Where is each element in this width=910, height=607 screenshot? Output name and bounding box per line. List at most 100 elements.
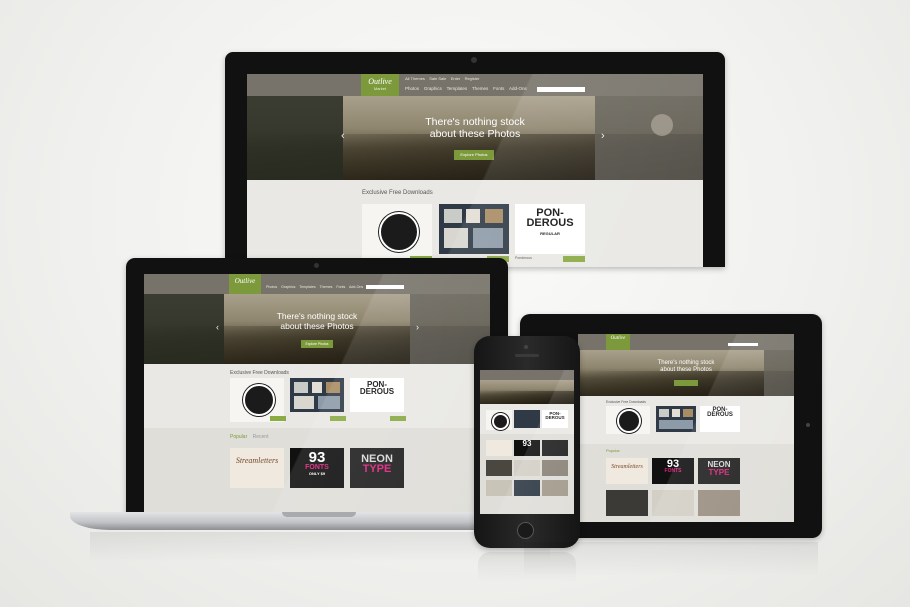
top-link[interactable]: Enter [451,76,461,81]
nav-item-themes[interactable]: Themes [319,285,332,289]
product-card-ponderous[interactable]: PON- DEROUS REGULAR [515,204,585,254]
nav-item-fonts[interactable]: Fonts [336,285,345,289]
camera-icon [806,423,810,427]
desktop-screen: Outlive Market All Themes Sale Sale Ente… [247,74,703,267]
hero-headline: There's nothing stock about these Photos [578,360,794,374]
stamp-badge [617,409,641,433]
hero-line-2: about these Photos [429,128,521,141]
explore-photos-button[interactable]: Explore Photos [454,150,494,160]
nav-item-templates[interactable]: Templates [299,285,315,289]
hero-headline: There's nothing stock about these Photos [144,311,490,332]
product-thumb[interactable] [486,440,512,456]
popular-title: Popular [606,448,620,453]
nav-item-photos[interactable]: Photos [266,285,277,289]
hero-line-2: about these Photos [280,320,354,331]
product-card[interactable] [656,406,696,432]
product-card-ponderous[interactable]: PON- DEROUS [350,378,404,412]
explore-photos-button[interactable]: Explore Photos [301,340,333,348]
nav-item-addons[interactable]: Add-Ons [349,285,363,289]
camera-icon [314,263,319,268]
product-thumb[interactable] [606,490,648,516]
arrow-left-icon[interactable]: ‹ [216,322,219,332]
site-logo[interactable]: Outlive Market [361,74,399,98]
nav-item-graphics[interactable]: Graphics [424,86,442,91]
neon-line-2: TYPE [708,467,730,477]
arrow-left-icon[interactable]: ‹ [341,130,345,142]
product-thumb[interactable] [542,460,568,476]
download-button[interactable] [563,256,585,262]
fonts-number: 93 [522,440,532,448]
product-thumb-script[interactable]: Streamletters [606,458,648,484]
nav-item-templates[interactable]: Templates [447,86,468,91]
ponderous-line-2: DEROUS [545,415,565,421]
tablet-screen: Outlive There's nothing stock about thes… [578,334,794,522]
product-thumb[interactable] [698,490,740,516]
product-thumb[interactable] [542,440,568,456]
explore-photos-button[interactable] [674,380,698,386]
nav-item-photos[interactable]: Photos [405,86,419,91]
product-thumb-93-fonts[interactable]: 93 [514,440,540,456]
popular-tab[interactable]: Popular Recent [230,434,268,440]
site-logo[interactable]: Outlive [606,334,630,350]
product-card[interactable] [290,378,344,412]
product-card[interactable] [514,410,540,428]
product-thumb-neon-type[interactable]: NEON TYPE [350,448,404,488]
download-button[interactable] [270,416,286,421]
hero-headline: There's nothing stock about these Photos [247,116,703,140]
smartphone: PON- DEROUS 93 [474,336,580,548]
product-card-ponderous[interactable]: PON- DEROUS [700,406,740,432]
site-header: Outlive [578,334,794,350]
section-title: Exclusive Free Downloads [362,190,433,196]
top-link[interactable]: All Themes [405,76,425,81]
hero-line-2: about these Photos [660,366,712,373]
popular-title: Popular [230,434,248,440]
site-logo[interactable]: Outlive [229,274,261,294]
hero-banner: There's nothing stock about these Photos… [144,294,490,364]
stamp-badge [492,413,509,430]
laptop-screen: Outlive Photos Graphics Templates Themes… [144,274,490,514]
product-name: Ponderous [515,256,532,260]
section-title: Exclusive Free Downloads [606,400,646,404]
arrow-right-icon[interactable]: › [416,322,419,332]
home-button-icon[interactable] [517,522,534,539]
product-card[interactable] [362,204,432,262]
nav-item-themes[interactable]: Themes [472,86,488,91]
script-title: Streamletters [611,464,643,470]
search-input[interactable] [537,87,585,92]
desktop-monitor: Outlive Market All Themes Sale Sale Ente… [225,52,725,267]
arrow-right-icon[interactable]: › [601,130,605,142]
ponderous-line-2: DEROUS [707,412,733,419]
product-thumb[interactable] [486,480,512,496]
top-link[interactable]: Register [465,76,480,81]
product-thumb[interactable] [542,480,568,496]
product-card-ponderous[interactable]: PON- DEROUS [542,410,568,428]
product-card[interactable] [486,410,512,430]
nav-item-fonts[interactable]: Fonts [493,86,504,91]
product-thumb-93-fonts[interactable]: 93 FONTS ONLY $9 [290,448,344,488]
product-thumb[interactable] [652,490,694,516]
product-thumb-neon-type[interactable]: NEON TYPE [698,458,740,484]
search-input[interactable] [366,285,404,289]
product-card[interactable] [606,406,650,434]
camera-icon [471,57,477,63]
download-button[interactable] [330,416,346,421]
top-links: All Themes Sale Sale Enter Register [405,76,483,81]
product-card[interactable] [439,204,509,254]
nav-item-graphics[interactable]: Graphics [281,285,295,289]
product-thumb[interactable] [514,460,540,476]
product-thumb[interactable] [486,460,512,476]
stamp-badge [379,212,419,252]
nav-item-addons[interactable]: Add-Ons [509,86,527,91]
product-thumb[interactable] [514,480,540,496]
top-link[interactable]: Sale Sale [429,76,446,81]
download-button[interactable] [390,416,406,421]
ponderous-line-2: DEROUS [359,387,395,397]
product-thumb-93-fonts[interactable]: 93 FONTS [652,458,694,484]
recent-title[interactable]: Recent [253,434,269,440]
logo-text: Outlive [610,336,626,341]
search-input[interactable] [728,343,758,346]
hero-banner: There's nothing stock about these Photos [578,350,794,396]
main-nav: Photos Graphics Templates Themes Fonts A… [405,86,530,91]
laptop-lid: Outlive Photos Graphics Templates Themes… [126,258,508,514]
product-thumb-script[interactable]: Streamletters [230,448,284,488]
